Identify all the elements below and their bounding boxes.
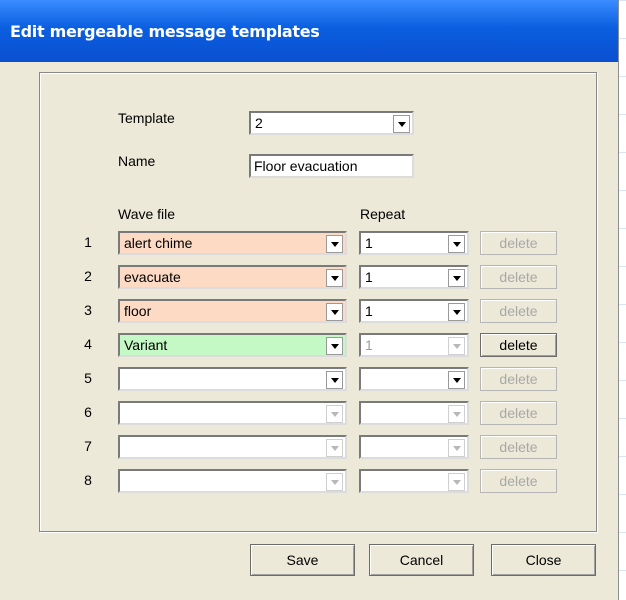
chevron-down-icon[interactable] bbox=[326, 303, 343, 321]
dialog-window: Edit mergeable message templates Templat… bbox=[0, 0, 619, 600]
chevron-down-icon[interactable] bbox=[326, 269, 343, 287]
wave-file-value: floor bbox=[124, 303, 152, 319]
chevron-down-icon[interactable] bbox=[448, 337, 465, 355]
repeat-value: 1 bbox=[365, 303, 373, 319]
repeat-header: Repeat bbox=[360, 206, 406, 222]
window-title: Edit mergeable message templates bbox=[10, 22, 320, 41]
wave-file-value: evacuate bbox=[124, 269, 181, 285]
cancel-button[interactable]: Cancel bbox=[369, 544, 474, 576]
delete-button[interactable]: delete bbox=[480, 367, 557, 391]
delete-button[interactable]: delete bbox=[480, 299, 557, 323]
chevron-down-icon[interactable] bbox=[326, 405, 343, 423]
chevron-down-icon[interactable] bbox=[393, 115, 410, 133]
row-number: 7 bbox=[84, 438, 92, 454]
chevron-down-icon[interactable] bbox=[448, 473, 465, 491]
chevron-down-icon[interactable] bbox=[326, 337, 343, 355]
repeat-select[interactable] bbox=[359, 469, 469, 493]
delete-button[interactable]: delete bbox=[480, 435, 557, 459]
delete-button[interactable]: delete bbox=[480, 469, 557, 493]
repeat-value: 1 bbox=[365, 235, 373, 251]
row-number: 4 bbox=[84, 336, 92, 352]
repeat-value: 1 bbox=[365, 337, 373, 353]
chevron-down-icon[interactable] bbox=[326, 235, 343, 253]
repeat-select[interactable] bbox=[359, 401, 469, 425]
wave-file-value: Variant bbox=[124, 337, 168, 353]
repeat-select[interactable]: 1 bbox=[359, 231, 469, 255]
delete-button[interactable]: delete bbox=[480, 231, 557, 255]
wave-file-select[interactable]: alert chime bbox=[118, 231, 347, 255]
chevron-down-icon[interactable] bbox=[326, 439, 343, 457]
title-bar[interactable]: Edit mergeable message templates bbox=[0, 0, 618, 62]
repeat-select[interactable] bbox=[359, 435, 469, 459]
chevron-down-icon[interactable] bbox=[448, 303, 465, 321]
name-input[interactable]: Floor evacuation bbox=[249, 154, 414, 178]
chevron-down-icon[interactable] bbox=[448, 439, 465, 457]
wave-file-select[interactable]: evacuate bbox=[118, 265, 347, 289]
repeat-select[interactable]: 1 bbox=[359, 265, 469, 289]
chevron-down-icon[interactable] bbox=[448, 235, 465, 253]
row-number: 3 bbox=[84, 302, 92, 318]
chevron-down-icon[interactable] bbox=[448, 269, 465, 287]
save-button[interactable]: Save bbox=[250, 544, 355, 576]
delete-button[interactable]: delete bbox=[480, 265, 557, 289]
repeat-value: 1 bbox=[365, 269, 373, 285]
wave-file-value: alert chime bbox=[124, 235, 193, 251]
row-number: 2 bbox=[84, 268, 92, 284]
chevron-down-icon[interactable] bbox=[448, 371, 465, 389]
wave-file-header: Wave file bbox=[118, 206, 176, 222]
row-number: 8 bbox=[84, 472, 92, 488]
row-number: 6 bbox=[84, 404, 92, 420]
template-label: Template bbox=[118, 110, 175, 126]
row-number: 1 bbox=[84, 234, 92, 250]
delete-button[interactable]: delete bbox=[480, 333, 557, 357]
close-button[interactable]: Close bbox=[491, 544, 596, 576]
template-select[interactable]: 2 bbox=[249, 111, 414, 135]
template-value: 2 bbox=[255, 115, 263, 131]
repeat-select[interactable]: 1 bbox=[359, 333, 469, 357]
wave-file-select[interactable] bbox=[118, 401, 347, 425]
wave-file-select[interactable] bbox=[118, 435, 347, 459]
name-label: Name bbox=[118, 153, 156, 169]
wave-file-select[interactable] bbox=[118, 367, 347, 391]
chevron-down-icon[interactable] bbox=[326, 473, 343, 491]
chevron-down-icon[interactable] bbox=[448, 405, 465, 423]
repeat-select[interactable]: 1 bbox=[359, 299, 469, 323]
wave-file-select[interactable]: Variant bbox=[118, 333, 347, 357]
name-value: Floor evacuation bbox=[254, 158, 358, 174]
wave-file-select[interactable] bbox=[118, 469, 347, 493]
chevron-down-icon[interactable] bbox=[326, 371, 343, 389]
wave-file-select[interactable]: floor bbox=[118, 299, 347, 323]
row-number: 5 bbox=[84, 370, 92, 386]
repeat-select[interactable] bbox=[359, 367, 469, 391]
delete-button[interactable]: delete bbox=[480, 401, 557, 425]
